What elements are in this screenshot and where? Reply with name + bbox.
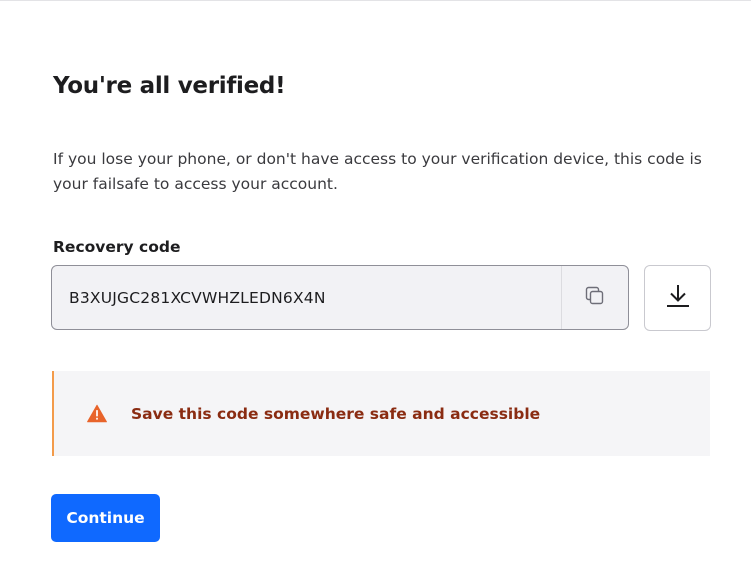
recovery-code-value[interactable]: B3XUJGC281XCVWHZLEDN6X4N xyxy=(52,289,561,307)
warning-alert: Save this code somewhere safe and access… xyxy=(52,371,710,456)
download-code-button[interactable] xyxy=(644,265,711,331)
recovery-code-label: Recovery code xyxy=(53,238,181,256)
warning-triangle-icon xyxy=(87,404,107,424)
recovery-code-field: B3XUJGC281XCVWHZLEDN6X4N xyxy=(51,265,629,330)
page-description: If you lose your phone, or don't have ac… xyxy=(53,150,702,193)
copy-icon xyxy=(585,286,605,310)
top-divider xyxy=(0,0,751,1)
continue-button[interactable]: Continue xyxy=(51,494,160,542)
download-icon xyxy=(666,283,690,313)
page-title: You're all verified! xyxy=(53,73,286,99)
copy-code-button[interactable] xyxy=(561,266,628,329)
warning-text: Save this code somewhere safe and access… xyxy=(131,404,541,423)
